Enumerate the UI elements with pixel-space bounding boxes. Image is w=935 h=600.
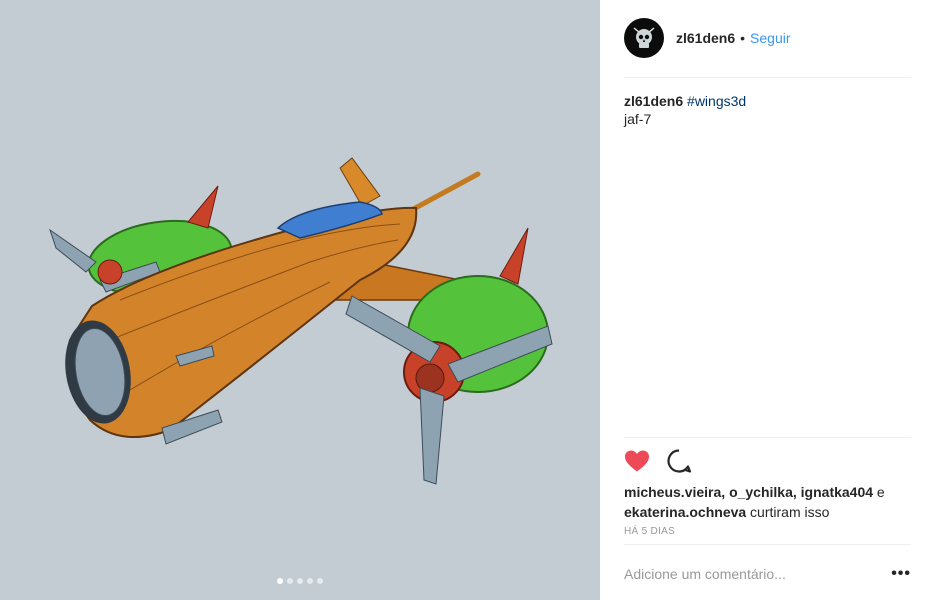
post-sidebar: zl61den6 • Seguir zl61den6 #wings3d jaf-… — [600, 0, 935, 600]
carousel-dot[interactable] — [297, 578, 303, 584]
likes-conjunction: e — [873, 484, 885, 500]
comment-divider — [624, 544, 911, 545]
spaceship-render — [49, 157, 553, 485]
post-actions — [624, 448, 692, 474]
heart-icon[interactable] — [624, 449, 650, 473]
carousel-dot[interactable] — [307, 578, 313, 584]
carousel-dot[interactable] — [277, 578, 283, 584]
skull-avatar-icon — [633, 27, 655, 48]
comment-box: ••• — [624, 560, 911, 588]
liker-username[interactable]: ekaterina.ochneva — [624, 504, 746, 520]
comment-input[interactable] — [624, 566, 892, 582]
likes-suffix: curtiram isso — [746, 504, 830, 520]
actions-divider — [624, 437, 911, 438]
caption-username[interactable]: zl61den6 — [624, 93, 683, 109]
caption-text: jaf-7 — [624, 111, 652, 127]
post-header: zl61den6 • Seguir — [624, 18, 911, 58]
caption-hashtag[interactable]: #wings3d — [687, 93, 746, 109]
carousel-dot[interactable] — [287, 578, 293, 584]
avatar[interactable] — [624, 18, 664, 58]
follow-button[interactable]: Seguir — [750, 30, 790, 46]
liker-username[interactable]: o_ychilka — [729, 484, 793, 500]
post-image[interactable] — [0, 0, 600, 600]
more-options-icon[interactable]: ••• — [891, 565, 911, 583]
header-separator: • — [740, 30, 746, 46]
post-caption: zl61den6 #wings3d jaf-7 — [624, 92, 911, 128]
likes-separator: , — [721, 484, 730, 500]
liker-username[interactable]: micheus.vieira — [624, 484, 721, 500]
header-divider — [624, 77, 911, 78]
likes-separator: , — [792, 484, 801, 500]
comment-bubble-icon[interactable] — [666, 448, 692, 474]
carousel-dot[interactable] — [317, 578, 323, 584]
author-username[interactable]: zl61den6 — [676, 30, 735, 46]
post-timestamp[interactable]: Há 5 dias — [624, 526, 675, 537]
liker-username[interactable]: ignatka404 — [801, 484, 873, 500]
likes-summary: micheus.vieira, o_ychilka, ignatka404 e … — [624, 482, 911, 522]
carousel-indicator — [0, 578, 600, 584]
